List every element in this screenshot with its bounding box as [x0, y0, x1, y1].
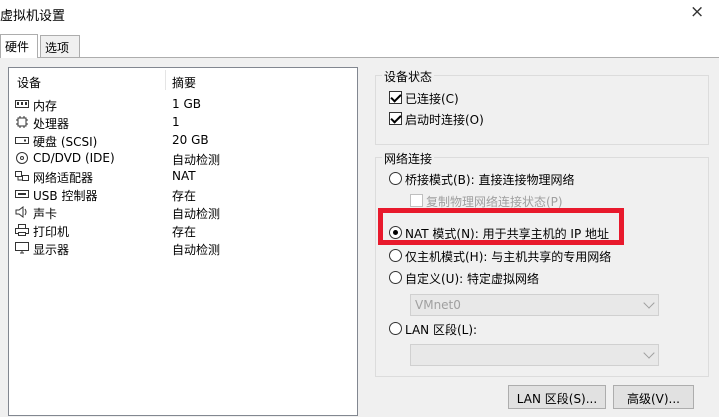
cd-dvd-icon — [16, 152, 28, 164]
device-summary: 自动检测 — [172, 243, 221, 257]
column-header-summary[interactable]: 摘要 — [172, 74, 196, 91]
window-title: 虚拟机设置 — [0, 9, 66, 24]
device-row-cd-dvd[interactable]: CD/DVD (IDE) 自动检测 — [13, 150, 353, 168]
network-adapter-icon — [15, 171, 29, 181]
device-name: 处理器 — [33, 117, 70, 131]
host-only-radio[interactable] — [389, 249, 402, 262]
advanced-button[interactable]: 高级(V)... — [613, 385, 694, 409]
processor-icon — [16, 116, 28, 128]
bridged-label[interactable]: 桥接模式(B): 直接连接物理网络 — [405, 171, 574, 188]
device-summary: 自动检测 — [172, 153, 221, 167]
device-row-network-adapter[interactable]: 网络适配器 NAT — [13, 168, 353, 186]
device-name: 显示器 — [33, 243, 70, 257]
custom-network-dropdown[interactable]: VMnet0 — [410, 294, 659, 316]
device-row-usb-controller[interactable]: USB 控制器 存在 — [13, 186, 353, 204]
host-only-label[interactable]: 仅主机模式(H): 与主机共享的专用网络 — [405, 248, 611, 265]
device-summary: 存在 — [172, 189, 197, 203]
device-summary: 1 — [172, 115, 180, 129]
device-row-sound-card[interactable]: 声卡 自动检测 — [13, 204, 353, 222]
custom-label[interactable]: 自定义(U): 特定虚拟网络 — [405, 270, 539, 287]
device-summary: 存在 — [172, 225, 197, 239]
usb-controller-icon — [15, 190, 29, 198]
custom-network-value: VMnet0 — [415, 298, 461, 312]
device-name: CD/DVD (IDE) — [33, 151, 115, 165]
lan-segment-label[interactable]: LAN 区段(L): — [405, 321, 477, 338]
device-summary: 自动检测 — [172, 207, 221, 221]
display-icon — [15, 242, 29, 254]
connect-at-power-on-label[interactable]: 启动时连接(O) — [405, 111, 484, 128]
lan-segment-dropdown[interactable] — [410, 344, 659, 366]
memory-icon — [15, 100, 29, 108]
hard-disk-icon — [15, 137, 29, 144]
device-name: 硬盘 (SCSI) — [33, 135, 98, 149]
device-list[interactable]: 设备 摘要 内存 1 GB 处理器 1 硬盘 (SCSI) 20 GB CD/D… — [8, 67, 358, 416]
column-divider[interactable] — [165, 70, 166, 90]
bridged-radio[interactable] — [389, 172, 402, 185]
connect-at-power-on-checkbox[interactable] — [389, 112, 402, 125]
column-header-device[interactable]: 设备 — [17, 74, 41, 91]
printer-icon — [15, 224, 29, 236]
network-connection-legend: 网络连接 — [382, 150, 435, 167]
lan-segments-button[interactable]: LAN 区段(S)... — [508, 385, 606, 409]
replicate-state-checkbox[interactable] — [410, 194, 423, 207]
device-row-hard-disk[interactable]: 硬盘 (SCSI) 20 GB — [13, 132, 353, 150]
device-summary: 20 GB — [172, 133, 209, 147]
close-icon[interactable]: × — [690, 2, 704, 22]
tab-options[interactable]: 选项 — [40, 35, 80, 57]
device-name: 内存 — [33, 99, 58, 113]
device-row-memory[interactable]: 内存 1 GB — [13, 96, 353, 114]
device-name: USB 控制器 — [33, 189, 98, 203]
chevron-down-icon — [643, 297, 655, 309]
title-bar: 虚拟机设置 × — [0, 0, 719, 30]
connected-checkbox[interactable] — [389, 91, 402, 104]
device-name: 打印机 — [33, 225, 70, 239]
device-status-legend: 设备状态 — [382, 68, 435, 85]
lan-segment-radio[interactable] — [389, 322, 402, 335]
sound-card-icon — [15, 206, 27, 218]
device-row-processor[interactable]: 处理器 1 — [13, 114, 353, 132]
device-summary: 1 GB — [172, 97, 201, 111]
tab-hardware[interactable]: 硬件 — [0, 34, 38, 58]
device-summary: NAT — [172, 169, 196, 183]
device-name: 声卡 — [33, 207, 58, 221]
custom-radio[interactable] — [389, 271, 402, 284]
device-row-display[interactable]: 显示器 自动检测 — [13, 240, 353, 258]
device-status-group: 设备状态 — [375, 68, 709, 145]
chevron-down-icon — [643, 347, 655, 359]
red-highlight-box — [378, 208, 624, 245]
connected-label[interactable]: 已连接(C) — [405, 90, 459, 107]
device-name: 网络适配器 — [33, 171, 94, 185]
device-row-printer[interactable]: 打印机 存在 — [13, 222, 353, 240]
